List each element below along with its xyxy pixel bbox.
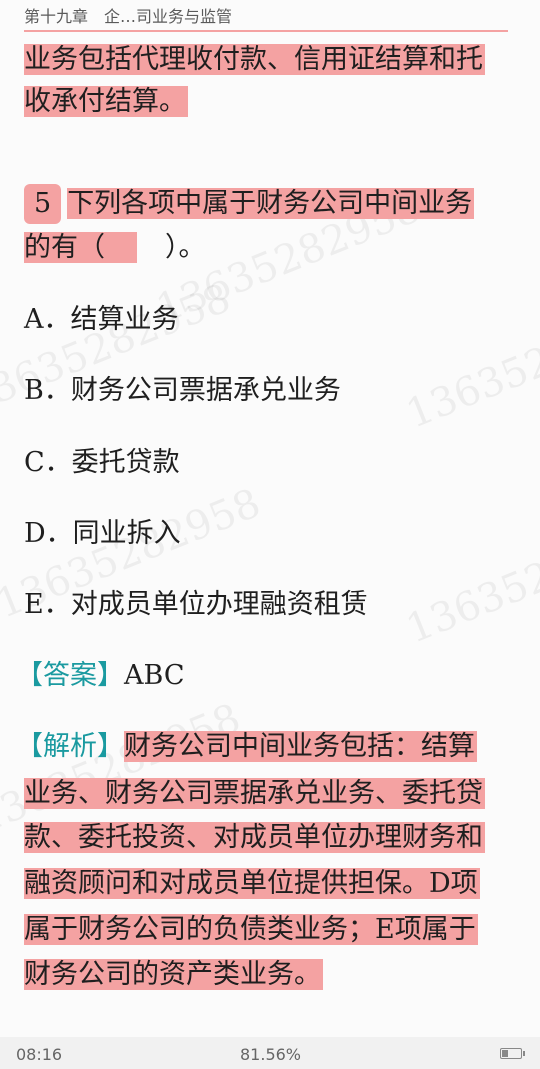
reader-status-bar: 08:16 81.56% <box>0 1037 540 1069</box>
explanation-tag: 【解析】 <box>16 731 124 762</box>
question-stem: 5 下列各项中属于财务公司中间业务 <box>24 184 475 224</box>
chapter-header: 第十九章 企…司业务与监管 <box>0 0 540 30</box>
chapter-title: 第十九章 企…司业务与监管 <box>24 7 233 26</box>
explanation-line: 【解析】财务公司中间业务包括：结算 <box>16 731 477 762</box>
reading-progress: 81.56% <box>240 1045 302 1064</box>
option-e[interactable]: E．对成员单位办理融资租赁 <box>24 585 368 625</box>
explanation-line: 财务公司的资产类业务。 <box>24 959 323 990</box>
watermark-text: 13635282958 <box>400 290 540 438</box>
answer: 【答案】ABC <box>16 656 185 696</box>
explanation-line: 属于财务公司的负债类业务；E项属于 <box>24 914 478 945</box>
option-a[interactable]: A．结算业务 <box>24 300 179 340</box>
battery-icon <box>500 1048 525 1059</box>
explanation-line: 款、委托投资、对成员单位办理财务和 <box>24 822 485 853</box>
prev-explanation-line: 业务包括代理收付款、信用证结算和托 <box>24 44 485 75</box>
option-b[interactable]: B．财务公司票据承兑业务 <box>24 371 341 411</box>
option-c[interactable]: C．委托贷款 <box>24 443 180 483</box>
answer-value: ABC <box>124 660 185 691</box>
question-number: 5 <box>24 184 62 224</box>
question-stem-continued: 的有（）。 <box>24 232 206 263</box>
option-d[interactable]: D．同业拆入 <box>24 514 181 554</box>
explanation-line: 业务、财务公司票据承兑业务、委托贷 <box>24 778 485 809</box>
explanation-line: 融资顾问和对成员单位提供担保。D项 <box>24 868 480 899</box>
clock: 08:16 <box>16 1045 63 1064</box>
answer-tag: 【答案】 <box>16 660 124 691</box>
watermark-text: 13635282958 <box>400 505 540 653</box>
prev-explanation-line: 收承付结算。 <box>24 86 188 117</box>
